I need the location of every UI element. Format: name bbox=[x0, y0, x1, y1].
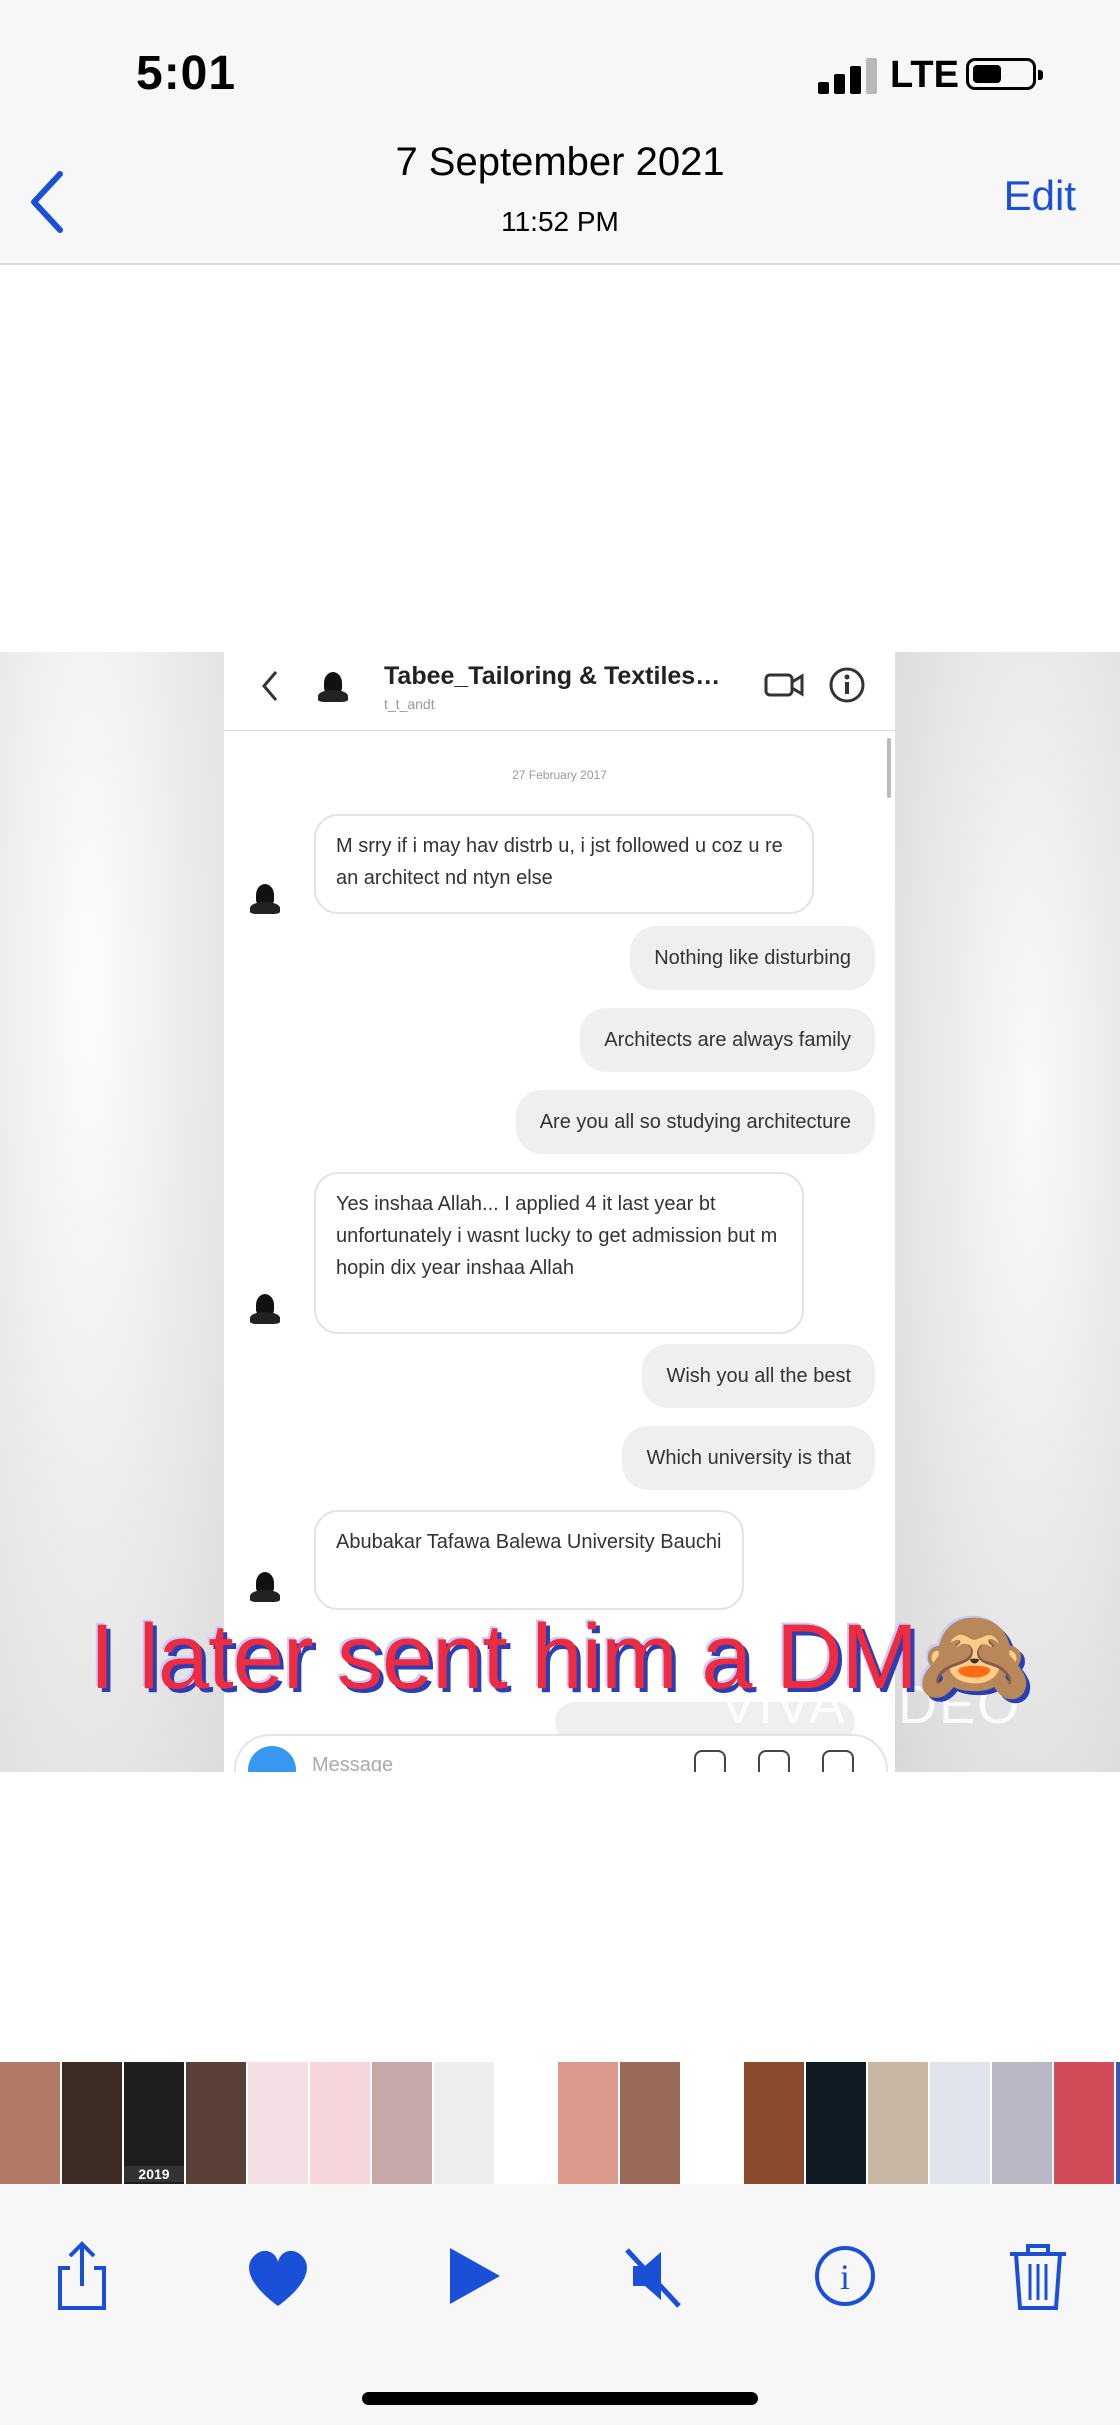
message-bubble-outgoing: Which university is that bbox=[622, 1426, 875, 1490]
photo-nav-bar: 7 September 2021 11:52 PM Edit bbox=[0, 100, 1120, 265]
composer-placeholder: Message bbox=[312, 1754, 394, 1772]
video-call-icon bbox=[764, 673, 804, 697]
play-button[interactable] bbox=[432, 2236, 512, 2316]
thumbnail[interactable] bbox=[310, 2062, 370, 2184]
thumbnail[interactable]: 2019 bbox=[124, 2062, 184, 2184]
trash-icon bbox=[1010, 2244, 1066, 2310]
home-indicator bbox=[362, 2392, 758, 2405]
chat-header: Tabee_Tailoring & Textiles… t_t_andt bbox=[224, 652, 895, 731]
share-icon bbox=[58, 2241, 106, 2310]
favorite-button[interactable] bbox=[238, 2236, 318, 2316]
mute-button[interactable] bbox=[615, 2236, 695, 2316]
avatar bbox=[316, 670, 350, 704]
thumbnail-label: 2019 bbox=[124, 2166, 184, 2182]
thumbnail[interactable] bbox=[186, 2062, 246, 2184]
message-composer: Message bbox=[234, 1734, 888, 1772]
chevron-left-icon bbox=[262, 671, 278, 701]
message-bubble-incoming: Abubakar Tafawa Balewa University Bauchi bbox=[314, 1510, 744, 1610]
chat-date-stamp: 27 February 2017 bbox=[512, 768, 607, 782]
signal-bars-icon bbox=[818, 58, 878, 94]
avatar bbox=[248, 882, 282, 916]
play-icon bbox=[450, 2248, 500, 2304]
thumbnail[interactable] bbox=[620, 2062, 680, 2184]
network-label: LTE bbox=[890, 54, 959, 96]
thumbnail[interactable] bbox=[744, 2062, 804, 2184]
thumbnail-strip[interactable]: 2019 bbox=[0, 2062, 1120, 2184]
photo-time: 11:52 PM bbox=[501, 206, 619, 237]
mic-icon bbox=[694, 1750, 726, 1772]
bottom-toolbar: i bbox=[0, 2184, 1120, 2425]
status-time: 5:01 bbox=[136, 47, 237, 100]
message-bubble-incoming: Yes inshaa Allah... I applied 4 it last … bbox=[314, 1172, 804, 1334]
battery-icon bbox=[966, 58, 1043, 90]
delete-button[interactable] bbox=[998, 2236, 1078, 2316]
avatar bbox=[248, 1570, 282, 1604]
thumbnail[interactable] bbox=[682, 2062, 742, 2184]
message-bubble-outgoing: Architects are always family bbox=[580, 1008, 875, 1072]
photo-viewer[interactable]: Tabee_Tailoring & Textiles… t_t_andt 27 … bbox=[0, 652, 1120, 1772]
heart-icon bbox=[249, 2250, 307, 2306]
thumbnail[interactable] bbox=[372, 2062, 432, 2184]
thumbnail[interactable] bbox=[1054, 2062, 1114, 2184]
sticker-icon bbox=[822, 1750, 854, 1772]
contact-handle: t_t_andt bbox=[384, 696, 435, 712]
info-button[interactable]: i bbox=[805, 2236, 885, 2316]
message-bubble-outgoing: Nothing like disturbing bbox=[630, 926, 875, 990]
thumbnail[interactable] bbox=[806, 2062, 866, 2184]
svg-text:i: i bbox=[840, 2257, 850, 2297]
thumbnail[interactable] bbox=[992, 2062, 1052, 2184]
thumbnail[interactable] bbox=[1116, 2062, 1120, 2184]
thumbnail[interactable] bbox=[558, 2062, 618, 2184]
info-icon bbox=[829, 667, 865, 703]
thumbnail[interactable] bbox=[930, 2062, 990, 2184]
gallery-icon bbox=[758, 1750, 790, 1772]
message-bubble-outgoing: Are you all so studying architecture bbox=[515, 1090, 875, 1154]
speaker-muted-icon bbox=[625, 2248, 681, 2308]
thumbnail[interactable] bbox=[868, 2062, 928, 2184]
thumbnail[interactable] bbox=[62, 2062, 122, 2184]
info-icon: i bbox=[815, 2246, 875, 2306]
thumbnail[interactable] bbox=[248, 2062, 308, 2184]
photo-date: 7 September 2021 bbox=[395, 140, 725, 184]
camera-icon bbox=[248, 1746, 296, 1772]
thumbnail[interactable] bbox=[496, 2062, 556, 2184]
share-button[interactable] bbox=[42, 2236, 122, 2316]
thumbnail[interactable] bbox=[434, 2062, 494, 2184]
message-bubble-outgoing: Wish you all the best bbox=[642, 1344, 875, 1408]
overlay-caption: I later sent him a DM🙈 bbox=[89, 1606, 1031, 1708]
avatar bbox=[248, 1292, 282, 1326]
edit-button[interactable]: Edit bbox=[1004, 172, 1076, 220]
message-bubble-incoming: M srry if i may hav distrb u, i jst foll… bbox=[314, 814, 814, 914]
thumbnail[interactable] bbox=[0, 2062, 60, 2184]
contact-name: Tabee_Tailoring & Textiles… bbox=[384, 662, 721, 690]
